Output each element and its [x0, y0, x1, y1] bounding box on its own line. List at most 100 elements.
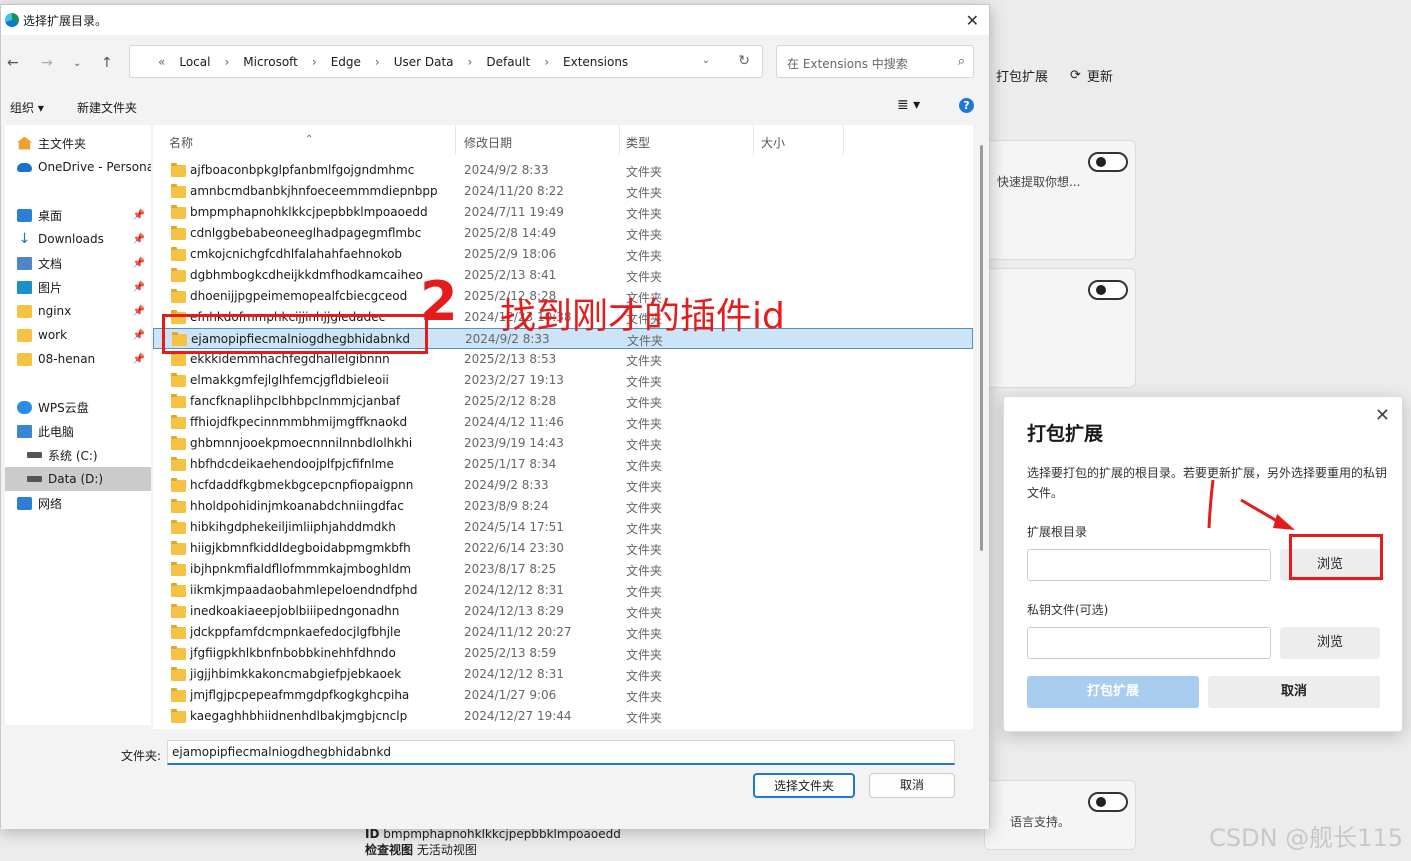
table-row[interactable]: dgbhmbogkcdheijkkdmfhodkamcaiheo 2025/2/1… [153, 265, 973, 286]
file-type: 文件夹 [626, 207, 663, 221]
up-arrow-icon[interactable]: ↑ [101, 55, 113, 71]
table-row[interactable]: hholdpohidinjmkoanabdchniingdfac 2023/8/9… [153, 496, 973, 517]
folder-icon [171, 394, 186, 408]
new-folder-button[interactable]: 新建文件夹 [77, 99, 137, 116]
close-icon[interactable]: ✕ [966, 11, 979, 30]
breadcrumb-item[interactable]: Edge [331, 55, 361, 69]
table-row[interactable]: jfgfiigpkhlkbnfnbobbkinehhfdhndo 2025/2/1… [153, 643, 973, 664]
view-options-icon[interactable]: ≣ ▾ [897, 97, 920, 113]
refresh-button[interactable]: ⟳ 更新 [1070, 66, 1113, 85]
column-type[interactable]: 类型 [626, 134, 650, 151]
private-key-input[interactable] [1027, 627, 1271, 659]
file-date: 2025/2/9 18:06 [464, 247, 557, 261]
root-directory-input[interactable] [1027, 549, 1271, 581]
recent-locations-chevron-icon[interactable]: ⌄ [73, 58, 81, 69]
nav-item-this-pc[interactable]: 此电脑 [5, 419, 151, 443]
extension-toggle[interactable] [1088, 152, 1128, 172]
file-name: hholdpohidinjmkoanabdchniingdfac [190, 499, 404, 513]
table-row[interactable]: kaegaghhbhiidnenhdlbakjmgbjcnclp 2024/12/… [153, 706, 973, 727]
address-bar[interactable]: « Local › Microsoft › Edge › User Data › Def… [129, 45, 763, 78]
edge-logo-icon [5, 13, 19, 27]
file-type: 文件夹 [626, 690, 663, 704]
folder-icon [171, 247, 186, 261]
file-name: hibkihgdphekeiljimliiphjahddmdkh [190, 520, 396, 534]
organize-button[interactable]: 组织 ▾ [10, 99, 44, 116]
table-row[interactable]: hbfhdcdeikaehendoojplfpjcfifnlme 2025/1/1… [153, 454, 973, 475]
table-row[interactable]: jigjjhbimkkakoncmabgiefpjebkaoek 2024/12/… [153, 664, 973, 685]
table-row[interactable]: jmjflgjpcpepeafmmgdpfkogkghcpiha 2024/1/2… [153, 685, 973, 706]
table-row[interactable]: iikmkjmpaadaobahmlepeloendndfphd 2024/12/… [153, 580, 973, 601]
table-row[interactable]: hiigjkbmnfkiddldegboidabpmgmkbfh 2022/6/1… [153, 538, 973, 559]
breadcrumb-item[interactable]: Local [179, 55, 210, 69]
help-icon[interactable]: ? [959, 98, 974, 113]
nav-item-desktop[interactable]: 桌面 📌 [5, 203, 151, 227]
download-icon: ↓ [18, 230, 31, 247]
forward-arrow-icon[interactable]: → [41, 55, 53, 71]
table-row[interactable]: hibkihgdphekeiljimliiphjahddmdkh 2024/5/1… [153, 517, 973, 538]
folder-name-input[interactable]: ejamopipfiecmalniogdhegbhidabnkd [167, 740, 955, 765]
column-headers: ⌃ 名称 修改日期 类型 大小 [153, 125, 973, 155]
table-row[interactable]: cdnlggbebabeoneeglhadpagegmflmbc 2025/2/8… [153, 223, 973, 244]
table-row[interactable]: jdckppfamfdcmpnkaefedocjlgfbhjle 2024/11/… [153, 622, 973, 643]
breadcrumb-overflow-icon[interactable]: « [158, 55, 165, 69]
close-icon[interactable]: ✕ [1375, 405, 1390, 426]
pack-extension-link[interactable]: 打包扩展 [996, 66, 1048, 85]
breadcrumb-item[interactable]: Microsoft [243, 55, 298, 69]
table-row[interactable]: amnbcmdbanbkjhnfoeceemmmdiepnbpp 2024/11/… [153, 181, 973, 202]
browse-key-button[interactable]: 浏览 [1280, 627, 1380, 659]
back-arrow-icon[interactable]: ← [7, 55, 19, 71]
vertical-scrollbar[interactable] [980, 145, 983, 551]
navigation-pane: 主文件夹 OneDrive - Personal 桌面 📌 ↓ Downloads 📌… [5, 125, 151, 725]
table-row[interactable]: ibjhpnkmfialdfllofmmmkajmboghldm 2023/8/1… [153, 559, 973, 580]
table-row[interactable]: hcfdaddfkgbmekbgcepcnpfiopaigpnn 2024/9/2… [153, 475, 973, 496]
pin-icon: 📌 [132, 209, 145, 221]
nav-item-nginx[interactable]: nginx 📌 [5, 299, 151, 323]
file-date: 2024/12/12 8:31 [464, 667, 564, 681]
select-folder-button[interactable]: 选择文件夹 [753, 773, 855, 798]
file-date: 2024/1/27 9:06 [464, 688, 557, 702]
nav-item-network[interactable]: 网络 [5, 491, 151, 515]
folder-icon [171, 646, 186, 660]
table-row[interactable]: bmpmphapnohklkkcjpepbbklmpoaoedd 2024/7/1… [153, 202, 973, 223]
nav-item-pictures[interactable]: 图片 📌 [5, 275, 151, 299]
cancel-button[interactable]: 取消 [869, 773, 955, 798]
breadcrumb-item[interactable]: User Data [394, 55, 454, 69]
nav-item-work[interactable]: work 📌 [5, 323, 151, 347]
annotation-arrow-icon [1207, 479, 1295, 530]
table-row[interactable]: inedkoakiaeepjoblbiiipedngonadhn 2024/12/… [153, 601, 973, 622]
nav-item-08-henan[interactable]: 08-henan 📌 [5, 347, 151, 371]
table-row[interactable]: ffhiojdfkpecinnmmbhmijmgffknaokd 2024/4/1… [153, 412, 973, 433]
nav-item-wps-cloud[interactable]: WPS云盘 [5, 395, 151, 419]
breadcrumb-item[interactable]: Default [486, 55, 530, 69]
nav-item-drive-d[interactable]: Data (D:) [5, 467, 151, 491]
table-row[interactable]: elmakkgmfejlglhfemcjgfldbieleoii 2023/2/2… [153, 370, 973, 391]
nav-item-home[interactable]: 主文件夹 [5, 131, 151, 155]
refresh-icon[interactable]: ↻ [738, 53, 750, 69]
nav-item-onedrive[interactable]: OneDrive - Personal [5, 155, 151, 179]
column-name[interactable]: 名称 [169, 134, 193, 151]
file-name: ibjhpnkmfialdfllofmmmkajmboghldm [190, 562, 412, 576]
file-date: 2023/2/27 19:13 [464, 373, 564, 387]
pack-cancel-button[interactable]: 取消 [1208, 676, 1380, 708]
file-date: 2024/12/12 8:31 [464, 583, 564, 597]
dialog-footer: 文件夹: ejamopipfiecmalniogdhegbhidabnkd 选择… [1, 731, 989, 829]
nav-item-drive-c[interactable]: 系统 (C:) [5, 443, 151, 467]
table-row[interactable]: fancfknaplihpclbhbpclnmmjcjanbaf 2025/2/1… [153, 391, 973, 412]
column-modified[interactable]: 修改日期 [464, 134, 512, 151]
table-row[interactable]: cmkojcnichgfcdhlfalahahfaehnokob 2025/2/9… [153, 244, 973, 265]
file-date: 2024/11/20 8:22 [464, 184, 564, 198]
file-name: hbfhdcdeikaehendoojplfpjcfifnlme [190, 457, 394, 471]
search-input[interactable]: 在 Extensions 中搜索 ⌕ [776, 45, 974, 78]
document-icon [17, 256, 32, 270]
breadcrumb-item[interactable]: Extensions [563, 55, 628, 69]
table-row[interactable]: ghbmnnjooekpmoecnnnilnnbdlolhkhi 2023/9/1… [153, 433, 973, 454]
column-size[interactable]: 大小 [761, 134, 785, 151]
address-dropdown-icon[interactable]: ⌄ [702, 55, 710, 66]
pack-extension-button[interactable]: 打包扩展 [1027, 676, 1199, 708]
extension-toggle[interactable] [1088, 280, 1128, 300]
extension-toggle[interactable] [1088, 792, 1128, 812]
network-icon [17, 496, 32, 510]
nav-item-downloads[interactable]: ↓ Downloads 📌 [5, 227, 151, 251]
table-row[interactable]: ajfboaconbpkglpfanbmlfgojgndmhmc 2024/9/2… [153, 160, 973, 181]
nav-item-documents[interactable]: 文档 📌 [5, 251, 151, 275]
